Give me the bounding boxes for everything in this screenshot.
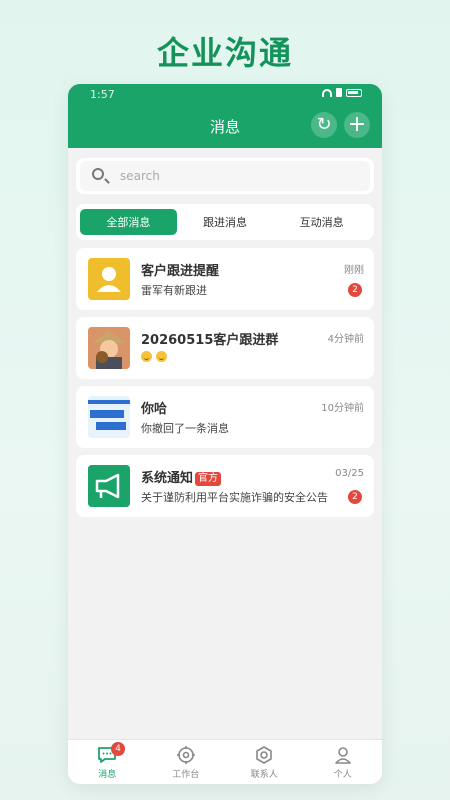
refresh-button[interactable]: ↻ (311, 112, 337, 138)
user-icon (88, 258, 130, 300)
nav-messages[interactable]: 消息 4 (68, 740, 147, 784)
list-item[interactable]: 20260515客户跟进群 4分钟前 (76, 317, 374, 379)
list-item[interactable]: 你哈 你撤回了一条消息 10分钟前 (76, 386, 374, 448)
nav-profile[interactable]: 个人 (304, 740, 383, 784)
message-time: 03/25 (335, 468, 364, 479)
signal-icon (336, 88, 342, 97)
nav-badge: 4 (111, 742, 125, 756)
compass-icon (176, 745, 195, 764)
nav-label: 个人 (333, 769, 352, 780)
message-time: 刚刚 (344, 265, 364, 276)
search-icon (92, 168, 104, 180)
nav-label: 工作台 (172, 769, 200, 780)
bottom-nav: 消息 4 工作台 联系人 个人 (68, 739, 382, 784)
message-title-text: 系统通知 (141, 471, 194, 486)
search-input[interactable] (120, 166, 360, 186)
message-title: 系统通知 官方 (141, 467, 222, 486)
promo-banner-title: 企业沟通 (156, 34, 293, 72)
message-time: 10分钟前 (321, 403, 364, 414)
message-preview: 雷军有新跟进 (141, 284, 207, 297)
unread-badge: 2 (348, 490, 362, 504)
status-icons (322, 88, 362, 97)
message-title: 20260515客户跟进群 (141, 333, 279, 348)
wifi-icon (322, 88, 332, 97)
top-bar: 1:57 消息 ↻ + (68, 84, 382, 148)
emoji-icon (141, 351, 152, 362)
emoji-icon (156, 351, 167, 362)
message-preview: 你撤回了一条消息 (141, 422, 229, 435)
refresh-icon: ↻ (316, 114, 332, 135)
message-title: 你哈 (141, 402, 168, 417)
message-preview (141, 351, 171, 365)
list-item[interactable]: 客户跟进提醒 雷军有新跟进 刚刚 2 (76, 248, 374, 310)
photo-avatar (88, 396, 130, 438)
tab-interaction-messages[interactable]: 互动消息 (273, 209, 370, 235)
battery-icon (346, 88, 362, 97)
unread-badge: 2 (348, 283, 362, 297)
add-button[interactable]: + (344, 112, 370, 138)
nav-workbench[interactable]: 工作台 (147, 740, 226, 784)
tab-all-messages[interactable]: 全部消息 (80, 209, 177, 235)
group-avatar (88, 327, 130, 369)
nav-label: 消息 (98, 769, 117, 780)
list-item[interactable]: 系统通知 官方 关于谨防利用平台实施诈骗的安全公告 03/25 2 (76, 455, 374, 517)
official-tag: 官方 (195, 472, 222, 486)
message-preview: 关于谨防利用平台实施诈骗的安全公告 (141, 491, 328, 504)
message-title: 客户跟进提醒 (141, 264, 220, 279)
message-tabs: 全部消息 跟进消息 互动消息 (76, 204, 374, 240)
megaphone-icon (88, 465, 130, 507)
tab-follow-up-messages[interactable]: 跟进消息 (177, 209, 274, 235)
message-time: 4分钟前 (327, 334, 364, 345)
plus-icon: + (347, 112, 367, 137)
nav-contacts[interactable]: 联系人 (225, 740, 304, 784)
search-box[interactable] (80, 161, 370, 191)
nav-label: 联系人 (250, 769, 278, 780)
phone-screen: 1:57 消息 ↻ + 全部消息 跟进消息 互动消息 (68, 84, 382, 784)
person-icon (334, 746, 351, 764)
contacts-icon (256, 745, 273, 764)
search-bar (76, 158, 374, 194)
status-time: 1:57 (90, 88, 115, 101)
